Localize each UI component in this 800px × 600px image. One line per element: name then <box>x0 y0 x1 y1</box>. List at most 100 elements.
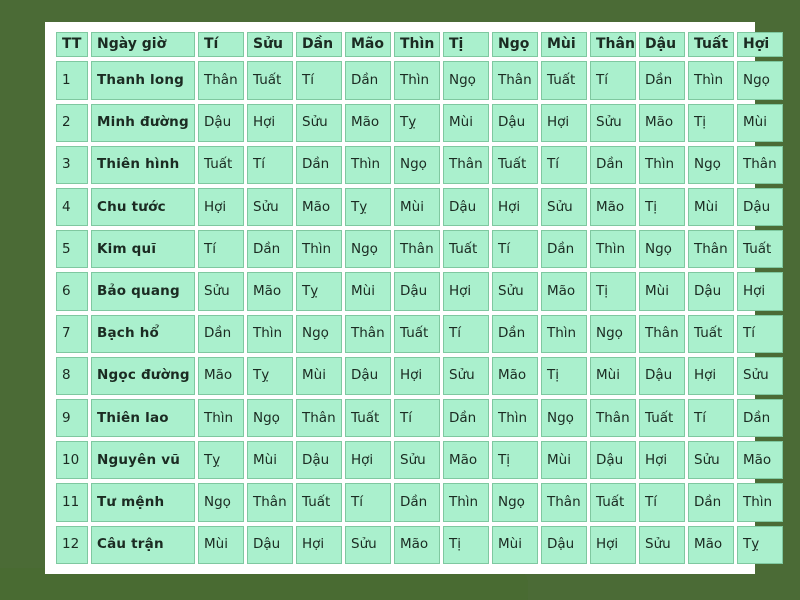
data-cell: Tuất <box>394 314 440 353</box>
data-cell: Thân <box>296 399 342 438</box>
data-cell: Dần <box>688 483 734 522</box>
data-cell: Tuất <box>688 314 734 353</box>
row-index-cell: 7 <box>56 314 88 353</box>
data-cell: Tị <box>688 103 734 142</box>
row-name-cell: Bạch hổ <box>91 314 195 353</box>
row-index-cell: 8 <box>56 356 88 396</box>
data-cell: Dậu <box>345 356 391 396</box>
data-cell: Mão <box>394 525 440 564</box>
data-cell: Tuất <box>296 483 342 522</box>
data-cell: Thìn <box>737 483 783 522</box>
zodiac-hour-table: TT Ngày giờ Tí Sửu Dần Mão Thìn Tị Ngọ M… <box>53 28 786 568</box>
table-row: 2 Minh đường Dậu Hợi Sửu Mão Tỵ Mùi Dậu Hợi Sửu Mão… <box>56 103 783 142</box>
data-cell: Thìn <box>198 399 244 438</box>
column-header-thin: Thìn <box>394 32 440 58</box>
row-index-cell: 6 <box>56 272 88 311</box>
data-cell: Tí <box>296 61 342 100</box>
data-cell: Mão <box>443 441 489 480</box>
data-cell: Mão <box>345 103 391 142</box>
data-cell: Thìn <box>688 61 734 100</box>
row-name-cell: Chu tước <box>91 188 195 227</box>
column-header-ti: Tí <box>198 32 244 58</box>
data-cell: Mão <box>541 272 587 311</box>
data-cell: Tuất <box>492 145 538 184</box>
data-cell: Dần <box>443 399 489 438</box>
data-cell: Dậu <box>394 272 440 311</box>
data-cell: Tuất <box>443 230 489 269</box>
data-cell: Sửu <box>492 272 538 311</box>
data-cell: Thìn <box>590 230 636 269</box>
data-cell: Tị <box>443 525 489 564</box>
table-row: 12 Câu trận Mùi Dậu Hợi Sửu Mão Tị Mùi Dậu Hợi Sửu M… <box>56 525 783 564</box>
data-cell: Thân <box>247 483 293 522</box>
data-cell: Hợi <box>541 103 587 142</box>
data-cell: Ngọ <box>443 61 489 100</box>
data-cell: Tỵ <box>737 525 783 564</box>
row-index-cell: 9 <box>56 399 88 438</box>
data-cell: Ngọ <box>541 399 587 438</box>
data-cell: Ngọ <box>492 483 538 522</box>
data-cell: Ngọ <box>590 314 636 353</box>
data-cell: Dậu <box>296 441 342 480</box>
column-header-ngo: Ngọ <box>492 32 538 58</box>
data-cell: Mão <box>737 441 783 480</box>
data-cell: Tí <box>394 399 440 438</box>
row-name-cell: Tư mệnh <box>91 483 195 522</box>
data-cell: Mùi <box>296 356 342 396</box>
row-index-cell: 5 <box>56 230 88 269</box>
data-cell: Mão <box>247 272 293 311</box>
column-header-tuat: Tuất <box>688 32 734 58</box>
data-cell: Dần <box>639 61 685 100</box>
table-row: 10 Nguyên vũ Tỵ Mùi Dậu Hợi Sửu Mão Tị Mùi Dậu Hợi S… <box>56 441 783 480</box>
column-header-dau: Dậu <box>639 32 685 58</box>
row-name-cell: Kim quĩ <box>91 230 195 269</box>
row-name-cell: Minh đường <box>91 103 195 142</box>
data-cell: Hợi <box>296 525 342 564</box>
row-name-cell: Thiên lao <box>91 399 195 438</box>
data-cell: Tuất <box>541 61 587 100</box>
data-cell: Ngọ <box>198 483 244 522</box>
data-cell: Mão <box>492 356 538 396</box>
data-cell: Tí <box>737 314 783 353</box>
row-index-cell: 1 <box>56 61 88 100</box>
data-cell: Mùi <box>345 272 391 311</box>
data-cell: Ngọ <box>345 230 391 269</box>
data-cell: Mùi <box>492 525 538 564</box>
data-cell: Tị <box>492 441 538 480</box>
data-cell: Thân <box>737 145 783 184</box>
data-cell: Thìn <box>345 145 391 184</box>
data-cell: Hợi <box>247 103 293 142</box>
data-cell: Tị <box>639 188 685 227</box>
column-header-than: Thân <box>590 32 636 58</box>
data-cell: Dậu <box>688 272 734 311</box>
data-cell: Dần <box>198 314 244 353</box>
table-header: TT Ngày giờ Tí Sửu Dần Mão Thìn Tị Ngọ M… <box>56 32 783 58</box>
data-cell: Tí <box>590 61 636 100</box>
data-cell: Mùi <box>247 441 293 480</box>
data-cell: Dậu <box>198 103 244 142</box>
data-cell: Tí <box>198 230 244 269</box>
column-header-suu: Sửu <box>247 32 293 58</box>
data-cell: Ngọ <box>394 145 440 184</box>
data-cell: Dần <box>541 230 587 269</box>
row-name-cell: Câu trận <box>91 525 195 564</box>
data-cell: Sửu <box>737 356 783 396</box>
data-cell: Ngọ <box>737 61 783 100</box>
table-row: 5 Kim quĩ Tí Dần Thìn Ngọ Thân Tuất Tí Dần Thìn Ngọ… <box>56 230 783 269</box>
data-cell: Mùi <box>590 356 636 396</box>
data-cell: Thìn <box>541 314 587 353</box>
data-cell: Sửu <box>296 103 342 142</box>
data-cell: Tí <box>492 230 538 269</box>
data-cell: Tuất <box>639 399 685 438</box>
data-cell: Sửu <box>541 188 587 227</box>
table-body: 1 Thanh long Thân Tuất Tí Dần Thìn Ngọ Thân Tuất T… <box>56 61 783 564</box>
data-cell: Tuất <box>737 230 783 269</box>
table-row: 4 Chu tước Hợi Sửu Mão Tỵ Mùi Dậu Hợi Sửu Mão Tị Mùi… <box>56 188 783 227</box>
data-cell: Dần <box>492 314 538 353</box>
data-cell: Mùi <box>198 525 244 564</box>
row-index-cell: 3 <box>56 145 88 184</box>
data-cell: Thìn <box>247 314 293 353</box>
table-row: 11 Tư mệnh Ngọ Thân Tuất Tí Dần Thìn Ngọ Thân Tuất… <box>56 483 783 522</box>
data-cell: Tuất <box>247 61 293 100</box>
data-cell: Tí <box>688 399 734 438</box>
